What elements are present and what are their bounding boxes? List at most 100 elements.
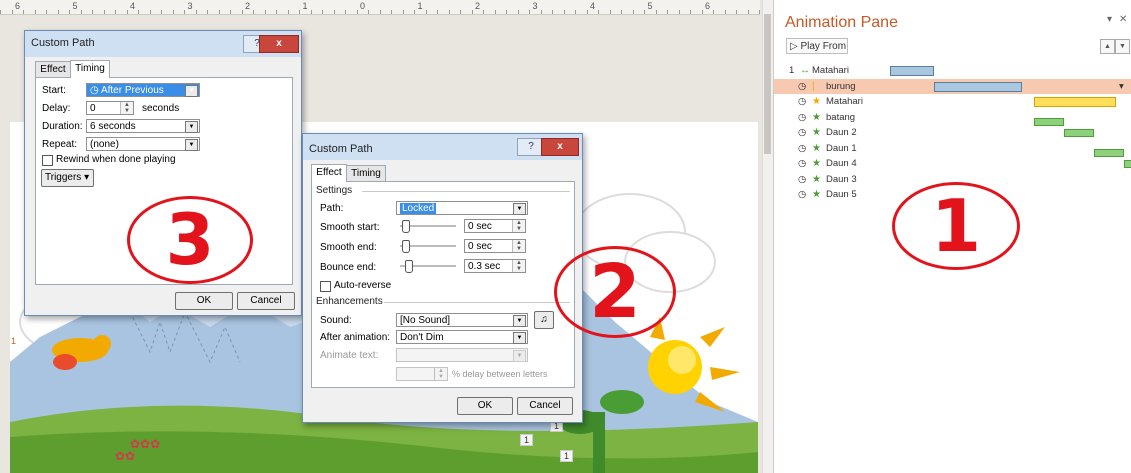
letter-delay-input: ▲ ▼ (396, 367, 448, 381)
animation-tag[interactable]: 1 (520, 434, 534, 446)
rewind-label: Rewind when done playing (56, 154, 176, 165)
spinner-icon[interactable]: ▲ ▼ (512, 220, 525, 232)
close-button[interactable]: x (259, 35, 299, 53)
spinner-icon[interactable]: ▲ ▼ (120, 102, 133, 114)
item-label: batang (826, 111, 856, 123)
close-icon[interactable]: ✕ (1119, 14, 1127, 25)
section-divider (384, 302, 570, 303)
clock-icon: ◷ (798, 173, 807, 185)
ruler-label: 2 (245, 1, 251, 11)
spinner-icon[interactable]: ▲ ▼ (512, 240, 525, 252)
timeline-bar[interactable] (1124, 160, 1131, 168)
move-up-icon[interactable]: ▲ (1100, 39, 1115, 54)
ruler-label: 1 (302, 1, 308, 11)
ruler-tick (322, 10, 323, 14)
bounce-end-slider[interactable] (400, 259, 456, 273)
ruler-tick (425, 10, 427, 14)
animation-list-item[interactable]: ◷ ★ Matahari (774, 94, 1131, 109)
chevron-down-icon: ▼ (513, 332, 526, 344)
ok-button[interactable]: OK (457, 397, 513, 415)
play-from-label: Play From (800, 41, 847, 52)
pane-menu-icon[interactable]: ▾ (1107, 14, 1112, 25)
move-down-icon[interactable]: ▼ (1115, 39, 1130, 54)
rewind-checkbox[interactable] (42, 155, 53, 166)
tab-timing[interactable]: Timing (70, 60, 110, 78)
animate-text-label: Animate text: (320, 350, 379, 361)
smooth-start-input[interactable]: 0 sec ▲ ▼ (464, 219, 526, 233)
ruler-tick (402, 10, 404, 14)
triggers-button[interactable]: Triggers ▾ (41, 169, 94, 187)
animation-tag[interactable]: 1 (560, 450, 574, 462)
start-select[interactable]: ◷ After Previous ▼ (86, 83, 200, 97)
clock-icon: ◷ (798, 142, 807, 154)
slider-knob[interactable] (402, 220, 410, 233)
ruler-label: 6 (705, 1, 711, 11)
settings-heading: Settings (316, 185, 353, 196)
effect-icon: ★ (812, 127, 821, 138)
ruler-tick (609, 10, 611, 14)
after-animation-select[interactable]: Don't Dim ▼ (396, 330, 528, 344)
bounce-end-input[interactable]: 0.3 sec ▲ ▼ (464, 259, 526, 273)
duration-select[interactable]: 6 seconds ▼ (86, 119, 200, 133)
ruler-tick (517, 10, 519, 14)
item-label: Daun 4 (826, 158, 857, 169)
tab-effect[interactable]: Effect (35, 61, 71, 78)
ruler-label: 5 (647, 1, 653, 11)
animation-list-item[interactable]: ◷ | burung ▾ (774, 78, 1131, 94)
clock-icon: ◷ (90, 85, 101, 96)
slider-knob[interactable] (405, 260, 413, 273)
smooth-start-slider[interactable] (400, 219, 456, 233)
path-select[interactable]: Locked ▼ (396, 201, 528, 215)
smooth-end-slider[interactable] (400, 239, 456, 253)
close-button[interactable]: x (541, 138, 579, 156)
slide-scrollbar[interactable] (762, 0, 773, 473)
ruler-tick (345, 10, 346, 14)
delay-input[interactable]: 0 ▲ ▼ (86, 101, 134, 115)
spinner-icon[interactable]: ▲ ▼ (512, 260, 525, 272)
chevron-down-icon: ▼ (513, 315, 526, 327)
smooth-end-input[interactable]: 0 sec ▲ ▼ (464, 239, 526, 253)
clock-icon: ◷ (798, 96, 807, 107)
animation-list-item[interactable]: ◷ ★ batang (774, 110, 1131, 126)
ruler-tick (506, 10, 507, 14)
timeline-bar[interactable] (934, 81, 1022, 92)
ruler-tick (69, 10, 70, 14)
scroll-thumb[interactable] (764, 14, 771, 154)
bounce-end-value: 0.3 sec (468, 261, 501, 272)
slider-knob[interactable] (402, 240, 410, 253)
ruler-tick (46, 10, 47, 14)
animation-list-item[interactable]: ◷ ★ Daun 1 (774, 141, 1131, 157)
clock-icon: ◷ (798, 111, 807, 123)
tab-timing[interactable]: Timing (346, 165, 386, 182)
cancel-button[interactable]: Cancel (517, 397, 573, 415)
ok-button[interactable]: OK (175, 292, 233, 310)
ruler-tick (448, 10, 450, 14)
chevron-down-icon[interactable]: ▾ (1119, 79, 1124, 94)
ruler-tick (437, 10, 438, 14)
sound-value: [No Sound] (400, 315, 451, 326)
cancel-button[interactable]: Cancel (237, 292, 295, 310)
volume-icon[interactable]: ♫ (534, 311, 554, 329)
tab-effect[interactable]: Effect (311, 164, 347, 182)
timeline-bar[interactable] (1064, 129, 1094, 137)
ruler-tick (494, 10, 496, 14)
ruler-tick (356, 10, 358, 14)
play-from-button[interactable]: ▷ Play From (786, 38, 848, 54)
item-label: Matahari (812, 65, 849, 76)
ruler-tick (575, 10, 576, 14)
animation-list-item[interactable]: ◷ ★ Daun 2 (774, 125, 1131, 140)
animation-list-item[interactable]: ◷ ★ Daun 4 (774, 156, 1131, 171)
ruler-label: 3 (187, 1, 193, 11)
timeline-bar[interactable] (1034, 97, 1116, 107)
after-animation-label: After animation: (320, 332, 391, 343)
repeat-select[interactable]: (none) ▼ (86, 137, 200, 151)
animation-list-item[interactable]: 1 ↔ Matahari (774, 63, 1131, 78)
item-label: Daun 1 (826, 142, 857, 154)
auto-reverse-checkbox[interactable] (320, 281, 331, 292)
ruler-tick (621, 10, 622, 14)
item-label: Daun 5 (826, 189, 857, 200)
ruler-label: 0 (360, 1, 366, 11)
chevron-down-icon: ▼ (185, 139, 198, 151)
sound-select[interactable]: [No Sound] ▼ (396, 313, 528, 327)
timeline-bar[interactable] (890, 66, 934, 76)
